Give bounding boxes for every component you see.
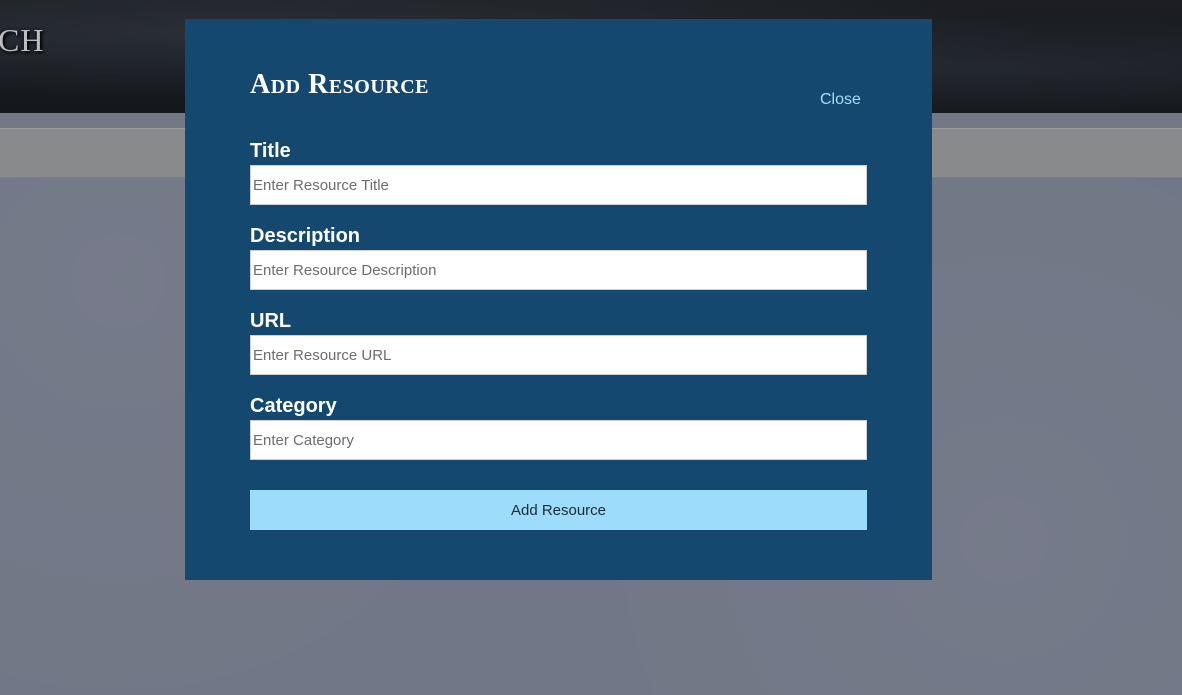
add-resource-button[interactable]: Add Resource bbox=[250, 490, 867, 530]
url-label: URL bbox=[250, 310, 292, 332]
modal-title: Add Resource bbox=[250, 69, 430, 100]
add-resource-modal: Add Resource Close Title Description URL… bbox=[185, 19, 932, 580]
title-label: Title bbox=[250, 140, 291, 162]
close-button[interactable]: Close bbox=[820, 91, 861, 109]
url-input[interactable] bbox=[250, 335, 867, 375]
description-input[interactable] bbox=[250, 250, 867, 290]
title-input[interactable] bbox=[250, 165, 867, 205]
description-label: Description bbox=[250, 225, 361, 247]
category-input[interactable] bbox=[250, 420, 867, 460]
category-label: Category bbox=[250, 395, 337, 417]
